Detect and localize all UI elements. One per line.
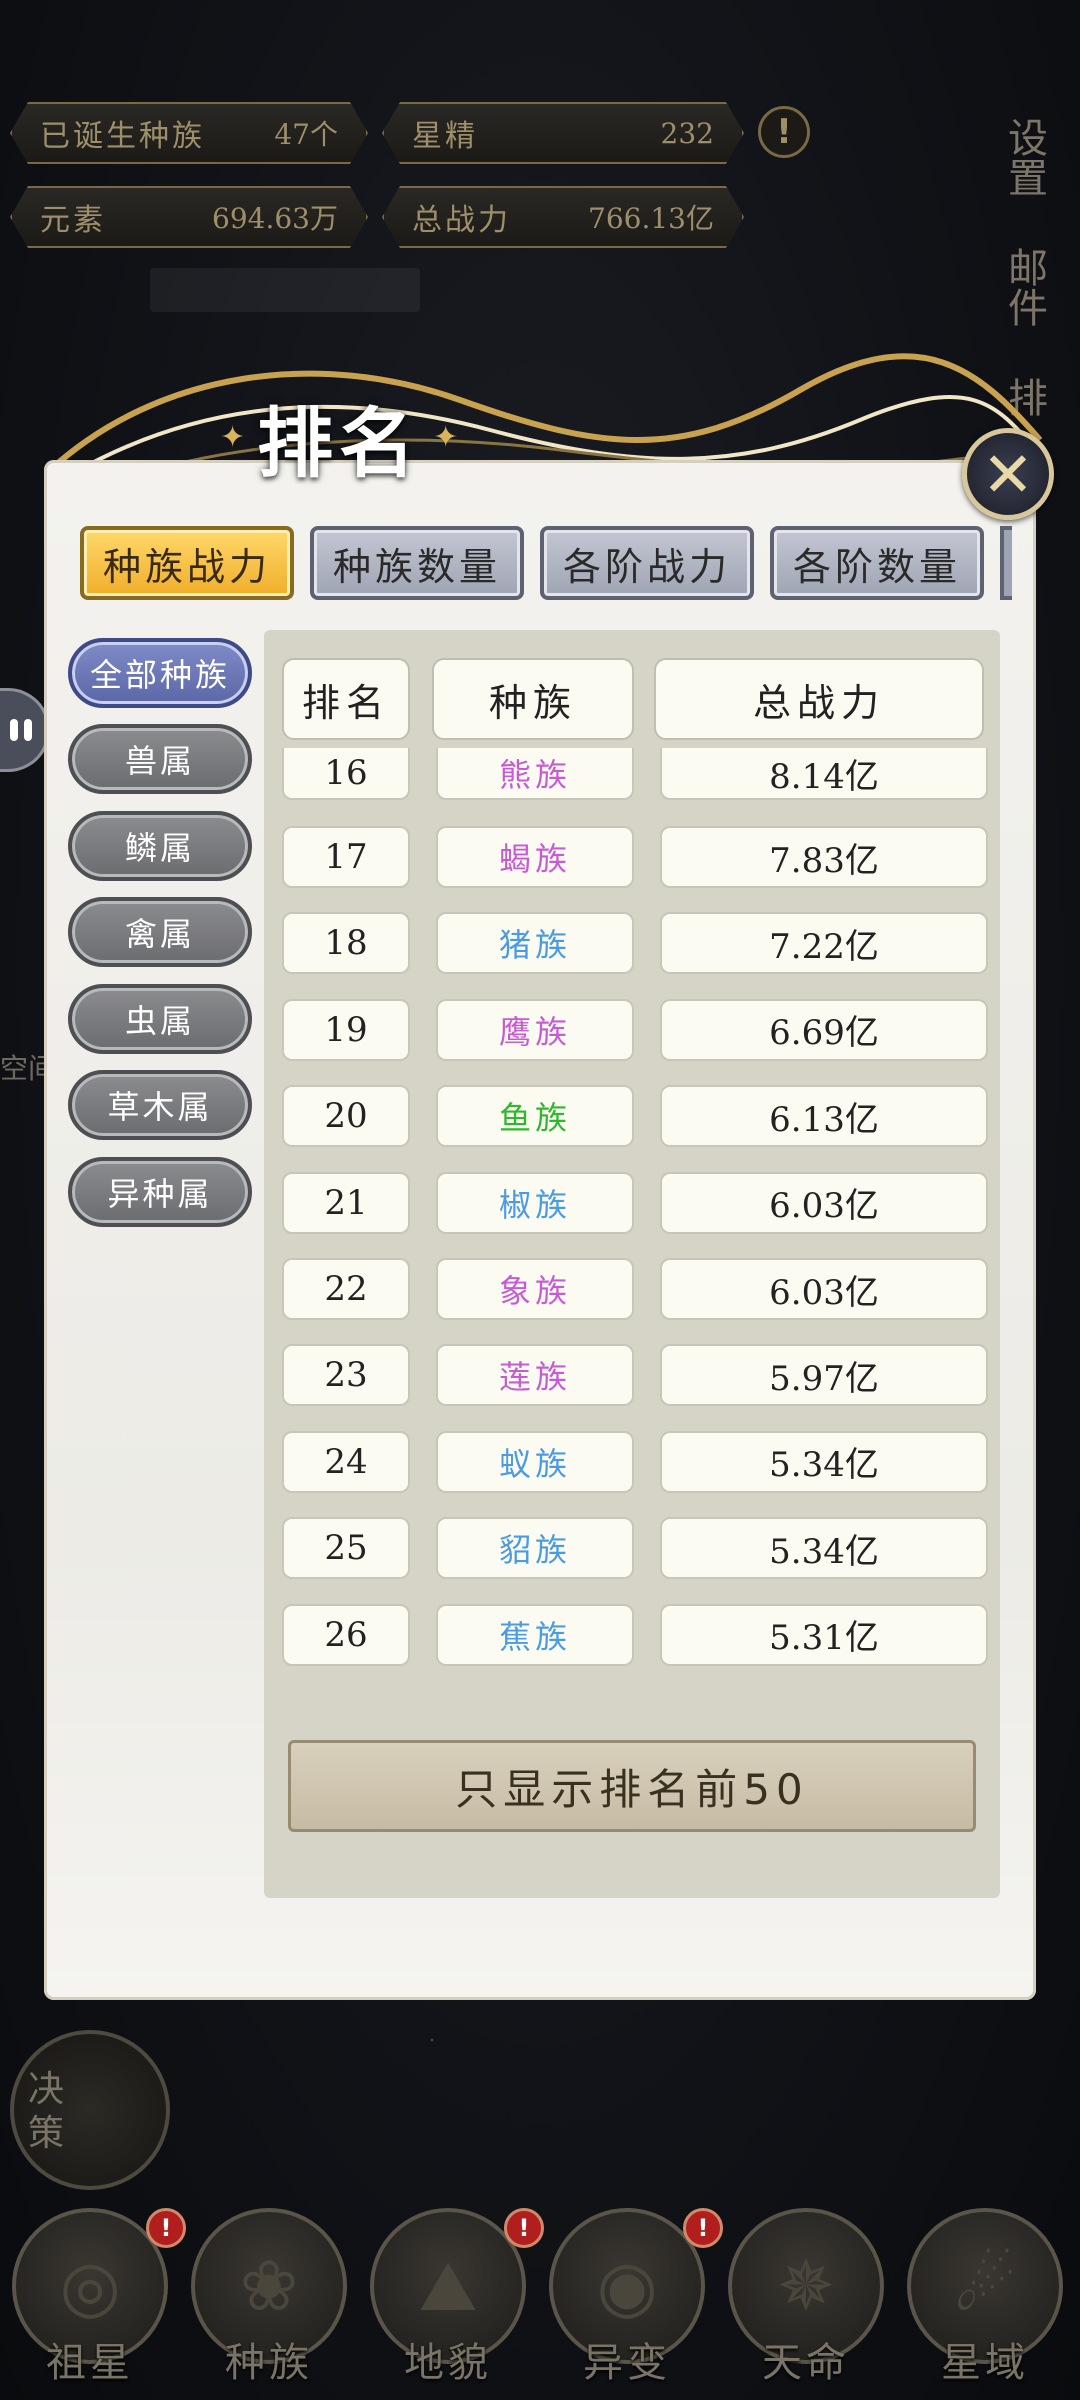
nav-label: 种族 bbox=[225, 2340, 313, 2386]
nav-label: 天命 bbox=[762, 2340, 850, 2386]
star-essence-label: 星精 bbox=[412, 119, 478, 154]
born-races-value: 47个 bbox=[274, 118, 338, 151]
category-plant[interactable]: 草木属 bbox=[68, 1070, 252, 1140]
table-cell-race: 蝎族 bbox=[436, 826, 634, 888]
table-cell-rank: 25 bbox=[282, 1517, 410, 1580]
left-drawer-handle[interactable] bbox=[0, 688, 50, 772]
nav-item[interactable]: ✵ 天命 bbox=[726, 2208, 886, 2398]
element-label: 元素 bbox=[40, 203, 106, 238]
born-races-pill: 已诞生种族 47个 bbox=[10, 102, 368, 164]
tab-overflow-edge[interactable] bbox=[1000, 526, 1012, 600]
decision-button[interactable]: 决策 bbox=[10, 2030, 170, 2190]
table-cell-power: 7.83亿 bbox=[660, 826, 988, 888]
table-cell-race: 鹰族 bbox=[436, 998, 634, 1061]
table-cell-race: 貂族 bbox=[436, 1517, 634, 1580]
born-races-label: 已诞生种族 bbox=[40, 119, 205, 154]
category-bird[interactable]: 禽属 bbox=[68, 897, 252, 967]
table-cell-power: 6.69亿 bbox=[660, 998, 988, 1061]
blurred-text-bar bbox=[150, 268, 420, 312]
notification-badge-icon: ! bbox=[146, 2208, 186, 2248]
table-cell-power: 5.34亿 bbox=[660, 1430, 988, 1493]
table-cell-race: 猪族 bbox=[436, 912, 634, 975]
nav-item[interactable]: ☄ 星域 bbox=[905, 2208, 1065, 2398]
category-exotic[interactable]: 异种属 bbox=[68, 1157, 252, 1227]
table-cell-rank: 21 bbox=[282, 1171, 410, 1234]
table-cell-power: 7.22亿 bbox=[660, 912, 988, 975]
header-total-power: 总战力 bbox=[654, 658, 984, 740]
notification-badge-icon: ! bbox=[504, 2208, 544, 2248]
table-cell-power: 6.03亿 bbox=[660, 1171, 988, 1234]
table-cell-rank: 24 bbox=[282, 1430, 410, 1493]
total-power-value: 766.13亿 bbox=[588, 202, 714, 235]
table-cell-rank: 26 bbox=[282, 1603, 410, 1666]
category-insect[interactable]: 虫属 bbox=[68, 984, 252, 1054]
tab-tier-count[interactable]: 各阶数量 bbox=[770, 526, 984, 600]
table-cell-power: 8.14亿 bbox=[660, 748, 988, 800]
modal-title: ✦ 排名 ✦ bbox=[220, 382, 458, 492]
tab-race-count[interactable]: 种族数量 bbox=[310, 526, 524, 600]
table-cell-rank: 22 bbox=[282, 1258, 410, 1320]
star-essence-value: 232 bbox=[660, 116, 714, 150]
table-cell-rank: 20 bbox=[282, 1085, 410, 1148]
table-cell-rank: 17 bbox=[282, 826, 410, 888]
mail-button[interactable]: 邮件 bbox=[982, 232, 1066, 342]
table-cell-power: 6.03亿 bbox=[660, 1258, 988, 1320]
nav-label: 异变 bbox=[583, 2340, 671, 2386]
nav-item[interactable]: ❀ 种族 bbox=[189, 2208, 349, 2398]
total-power-label: 总战力 bbox=[412, 203, 511, 238]
element-value: 694.63万 bbox=[212, 202, 338, 235]
nav-item[interactable]: ◎ 祖星! bbox=[10, 2208, 186, 2398]
ranking-tabs: 种族战力 种族数量 各阶战力 各阶数量 bbox=[80, 526, 984, 600]
table-cell-race: 蚁族 bbox=[436, 1430, 634, 1493]
nav-label: 地貌 bbox=[404, 2340, 492, 2386]
title-ornament-icon: ✦ bbox=[433, 419, 459, 455]
decision-label: 决策 bbox=[28, 2069, 65, 2154]
category-all[interactable]: 全部种族 bbox=[68, 638, 252, 708]
notification-badge-icon: ! bbox=[683, 2208, 723, 2248]
table-cell-race: 熊族 bbox=[436, 748, 634, 800]
table-cell-race: 椒族 bbox=[436, 1171, 634, 1234]
star-essence-pill: 星精 232 bbox=[382, 102, 744, 164]
settings-button[interactable]: 设置 bbox=[982, 102, 1066, 212]
table-cell-power: 5.97亿 bbox=[660, 1344, 988, 1407]
tab-tier-power[interactable]: 各阶战力 bbox=[540, 526, 754, 600]
table-cell-race: 鱼族 bbox=[436, 1085, 634, 1148]
table-cell-power: 5.34亿 bbox=[660, 1517, 988, 1580]
table-cell-power: 5.31亿 bbox=[660, 1603, 988, 1666]
table-cell-rank: 23 bbox=[282, 1344, 410, 1407]
title-ornament-icon: ✦ bbox=[220, 419, 246, 455]
nav-label: 祖星 bbox=[46, 2340, 134, 2386]
table-cell-power: 6.13亿 bbox=[660, 1085, 988, 1148]
nav-label: 星域 bbox=[941, 2340, 1029, 2386]
header-rank: 排名 bbox=[282, 658, 410, 740]
header-race: 种族 bbox=[432, 658, 634, 740]
nav-item[interactable]: ⛰ 地貌! bbox=[368, 2208, 544, 2398]
modal-swirl-ornament bbox=[47, 353, 1047, 480]
table-cell-race: 蕉族 bbox=[436, 1603, 634, 1666]
tab-race-power[interactable]: 种族战力 bbox=[80, 526, 294, 600]
table-cell-rank: 19 bbox=[282, 998, 410, 1061]
category-scale[interactable]: 鳞属 bbox=[68, 811, 252, 881]
modal-title-text: 排名 bbox=[257, 399, 422, 488]
category-beast[interactable]: 兽属 bbox=[68, 724, 252, 794]
element-pill: 元素 694.63万 bbox=[10, 186, 368, 248]
info-alert-icon[interactable]: ! bbox=[758, 106, 810, 158]
nav-item[interactable]: ◉ 异变! bbox=[547, 2208, 723, 2398]
close-icon[interactable]: ✕ bbox=[962, 428, 1054, 520]
table-cell-rank: 16 bbox=[282, 748, 410, 800]
table-cell-race: 莲族 bbox=[436, 1344, 634, 1407]
table-cell-rank: 18 bbox=[282, 912, 410, 975]
table-cell-race: 象族 bbox=[436, 1258, 634, 1320]
show-top50-button[interactable]: 只显示排名前50 bbox=[288, 1740, 976, 1832]
total-power-pill: 总战力 766.13亿 bbox=[382, 186, 744, 248]
